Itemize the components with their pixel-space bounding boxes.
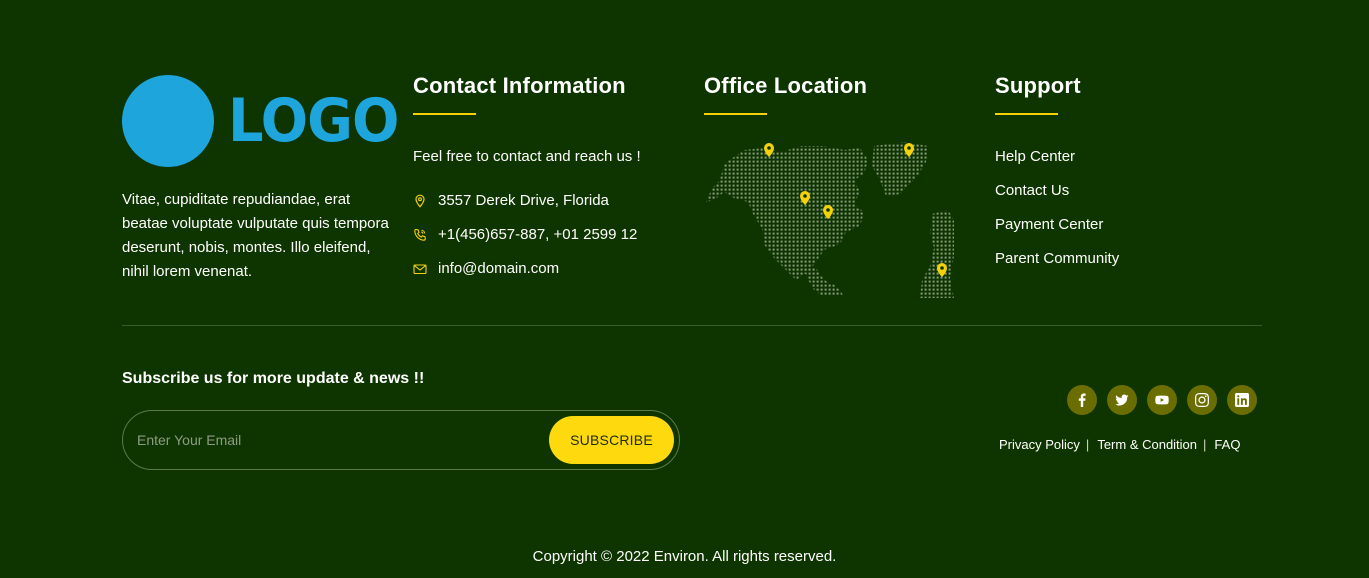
footer-divider [122,325,1262,326]
facebook-icon[interactable] [1067,385,1097,415]
contact-intro: Feel free to contact and reach us ! [413,148,641,165]
support-heading: Support [995,73,1081,98]
support-link-parent-community[interactable]: Parent Community [995,250,1119,267]
privacy-policy-link[interactable]: Privacy Policy [999,437,1080,452]
legal-links: Privacy Policy | Term & Condition | FAQ [999,437,1240,452]
contact-address: 3557 Derek Drive, Florida [413,192,609,209]
instagram-icon[interactable] [1187,385,1217,415]
contact-heading: Contact Information [413,73,626,98]
terms-link[interactable]: Term & Condition [1097,437,1197,452]
logo[interactable]: LOGO [122,75,411,167]
address-text: 3557 Derek Drive, Florida [438,192,609,209]
world-map-icon [706,142,954,298]
faq-link[interactable]: FAQ [1214,437,1240,452]
twitter-icon[interactable] [1107,385,1137,415]
map-pin-icon [413,194,427,208]
office-heading-underline [704,113,767,115]
social-links [1067,385,1267,415]
subscribe-button[interactable]: SUBSCRIBE [549,416,674,464]
email-text: info@domain.com [438,260,560,277]
email-input[interactable] [137,425,537,455]
support-link-contact-us[interactable]: Contact Us [995,182,1069,199]
office-heading: Office Location [704,73,868,98]
brand-description: Vitae, cupiditate repudiandae, erat beat… [122,191,389,280]
contact-heading-underline [413,113,476,115]
logo-text: LOGO [228,86,399,156]
youtube-icon[interactable] [1147,385,1177,415]
mail-icon [413,262,427,276]
contact-phone[interactable]: +1(456)657-887, +01 2599 12 [413,226,637,243]
logo-circle [122,75,214,167]
phone-icon [413,228,427,242]
support-link-payment-center[interactable]: Payment Center [995,216,1103,233]
copyright: Copyright © 2022 Environ. All rights res… [532,548,837,565]
support-link-help-center[interactable]: Help Center [995,148,1075,165]
support-heading-underline [995,113,1058,115]
subscribe-form: SUBSCRIBE [122,410,680,470]
legal-separator: | [1203,437,1207,452]
legal-separator: | [1085,437,1090,452]
subscribe-title: Subscribe us for more update & news !! [122,370,425,387]
phone-text: +1(456)657-887, +01 2599 12 [438,226,638,243]
linkedin-icon[interactable] [1227,385,1257,415]
contact-email[interactable]: info@domain.com [413,260,559,277]
